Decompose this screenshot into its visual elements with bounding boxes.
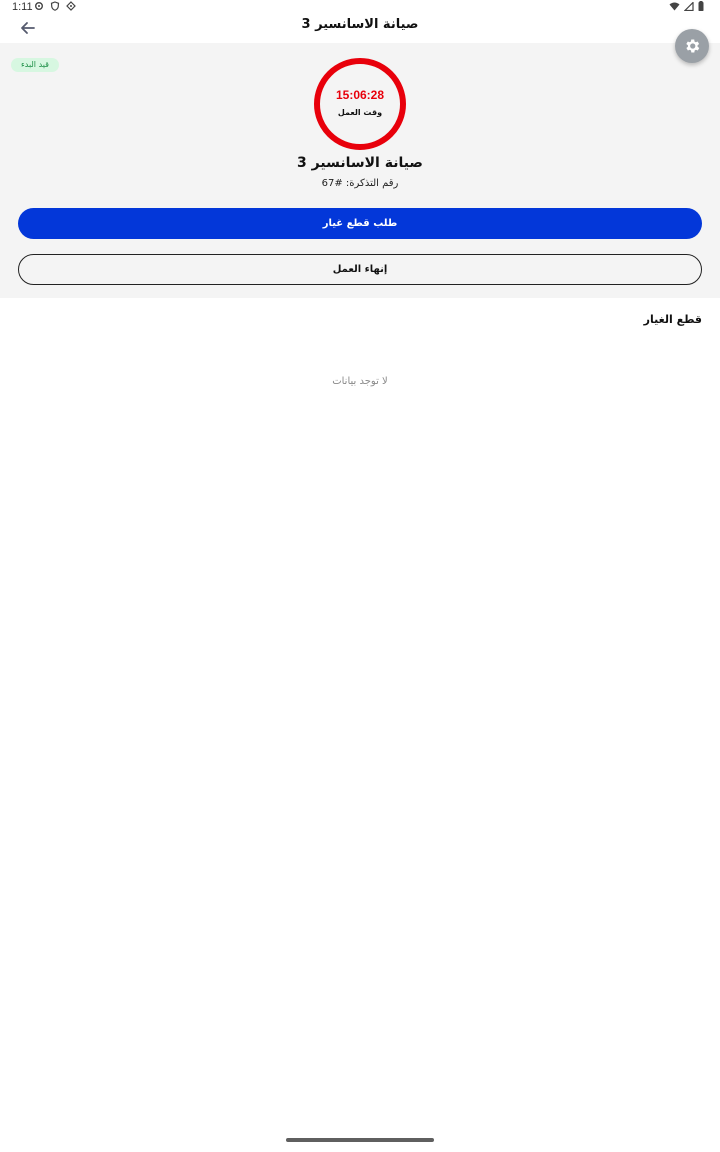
parts-section-title: قطع الغيار [643, 313, 702, 326]
timer-value: 15:06:28 [335, 88, 385, 102]
status-bar: 1:11 [0, 0, 720, 16]
finish-work-button[interactable]: إنهاء العمل [18, 254, 702, 285]
status-time: 1:11 [12, 1, 33, 13]
ticket-number: رقم التذكرة: #67 [321, 178, 399, 189]
status-right-icons [669, 1, 704, 14]
timer-label: وقت العمل [337, 108, 383, 117]
status-badge: قيد البدء [11, 58, 59, 72]
request-parts-button[interactable]: طلب قطع غيار [18, 208, 702, 239]
empty-state-text: لا توجد بيانات [332, 376, 388, 387]
wifi-icon [669, 1, 680, 14]
diamond-icon [66, 1, 76, 11]
signal-icon [683, 1, 694, 14]
screen: 1:11 صيانة الاسانسير 3 قيد البدء 15:06:2… [0, 0, 720, 1152]
shield-icon [50, 1, 60, 11]
app-bar: صيانة الاسانسير 3 [0, 16, 720, 43]
gear-icon [686, 39, 700, 53]
battery-icon [698, 1, 704, 14]
status-left-icons [34, 1, 76, 11]
task-title: صيانة الاسانسير 3 [297, 155, 423, 171]
gear-icon [34, 1, 44, 11]
settings-button[interactable] [675, 29, 709, 63]
page-title: صيانة الاسانسير 3 [301, 17, 419, 32]
work-timer: 15:06:28 وقت العمل [314, 58, 406, 150]
gesture-nav-handle[interactable] [286, 1138, 434, 1142]
